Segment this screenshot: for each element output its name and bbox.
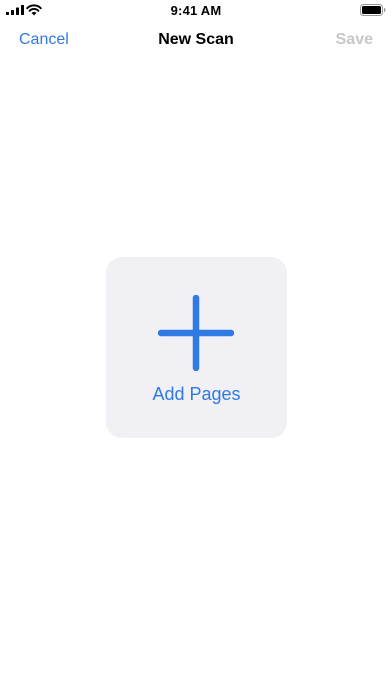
- add-pages-label: Add Pages: [152, 384, 241, 404]
- plus-icon: [158, 295, 234, 371]
- battery-icon: [360, 4, 386, 16]
- save-button[interactable]: Save: [336, 31, 373, 49]
- add-pages-button[interactable]: Add Pages: [106, 257, 287, 438]
- cancel-button[interactable]: Cancel: [19, 31, 69, 49]
- status-bar: 9:41 AM: [0, 0, 392, 22]
- navigation-bar: Cancel New Scan Save: [0, 22, 392, 60]
- status-time: 9:41 AM: [170, 3, 222, 18]
